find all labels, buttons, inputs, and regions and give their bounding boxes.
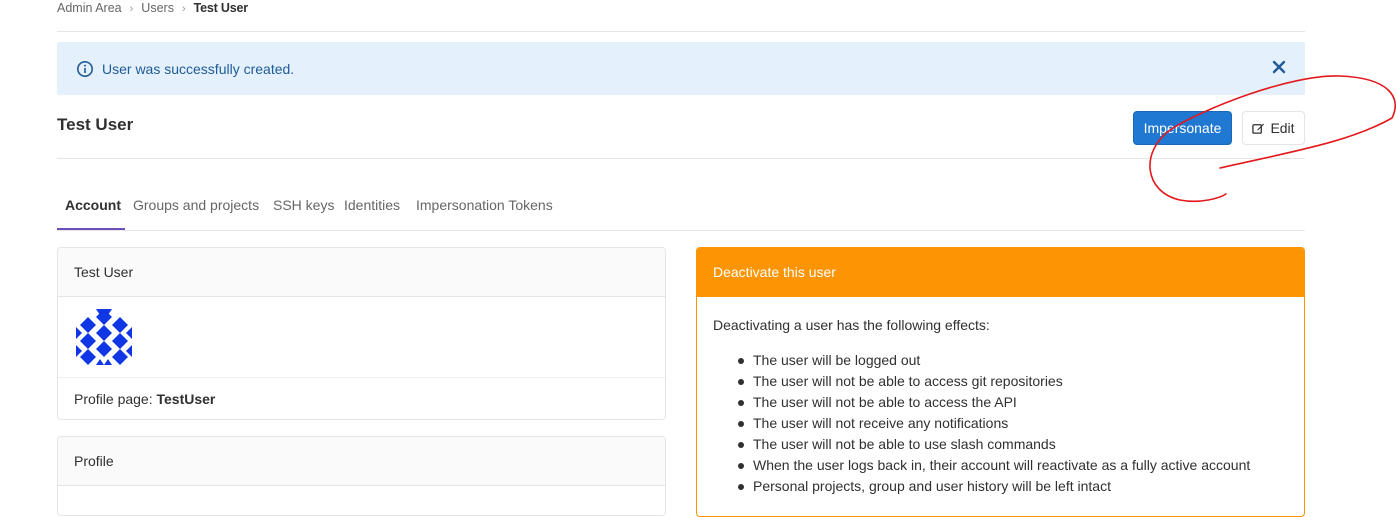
avatar-section (58, 297, 665, 378)
deactivate-card-header: Deactivate this user (697, 248, 1304, 297)
tab-identities[interactable]: Identities (344, 197, 400, 213)
page-container: Admin Area › Users › Test User User was … (57, 0, 1305, 517)
page-title: Test User (57, 115, 134, 134)
deactivate-effects-list: The user will be logged out The user wil… (713, 350, 1288, 497)
tab-ssh-keys[interactable]: SSH keys (273, 197, 334, 213)
profile-card: Profile (57, 436, 666, 516)
user-tabs: Account Groups and projects SSH keys Ide… (57, 159, 1305, 231)
page-header: Test User Impersonate Edit (57, 95, 1305, 159)
chevron-right-icon: › (129, 3, 134, 15)
deactivate-intro: Deactivating a user has the following ef… (713, 317, 990, 333)
chevron-right-icon: › (181, 3, 186, 15)
flash-message: User was successfully created. (102, 60, 295, 77)
profile-card-header: Profile (58, 437, 665, 486)
list-item: The user will not be able to access the … (738, 392, 1288, 413)
list-item: Personal projects, group and user histor… (738, 476, 1288, 497)
breadcrumb: Admin Area › Users › Test User (57, 0, 1305, 32)
profile-page-link[interactable]: TestUser (157, 391, 216, 407)
breadcrumb-users[interactable]: Users (141, 1, 174, 15)
user-card-header: Test User (58, 248, 665, 297)
list-item: When the user logs back in, their accoun… (738, 455, 1288, 476)
tab-account[interactable]: Account (65, 197, 121, 213)
list-item: The user will not receive any notificati… (738, 413, 1288, 434)
avatar (76, 309, 132, 365)
deactivate-card-body: Deactivating a user has the following ef… (697, 297, 1304, 516)
tab-impersonation-tokens[interactable]: Impersonation Tokens (416, 197, 553, 213)
profile-page-label: Profile page: (74, 390, 153, 407)
profile-page-row: Profile page: TestUser (58, 378, 665, 419)
edit-button[interactable]: Edit (1242, 111, 1305, 145)
pencil-square-icon (1252, 123, 1265, 134)
close-icon[interactable] (1271, 59, 1287, 75)
flash-notice: User was successfully created. (57, 42, 1305, 95)
user-info-card: Test User Profile page: TestUser (57, 247, 666, 420)
list-item: The user will not be able to access git … (738, 371, 1288, 392)
list-item: The user will not be able to use slash c… (738, 434, 1288, 455)
edit-button-label: Edit (1270, 120, 1295, 136)
deactivate-user-card: Deactivate this user Deactivating a user… (696, 247, 1305, 517)
impersonate-button[interactable]: Impersonate (1133, 111, 1232, 145)
info-circle-icon (76, 60, 94, 78)
active-tab-indicator (57, 228, 125, 230)
breadcrumb-admin-area[interactable]: Admin Area (57, 1, 122, 15)
tab-groups-and-projects[interactable]: Groups and projects (133, 197, 259, 213)
list-item: The user will be logged out (738, 350, 1288, 371)
breadcrumb-current[interactable]: Test User (194, 1, 248, 15)
